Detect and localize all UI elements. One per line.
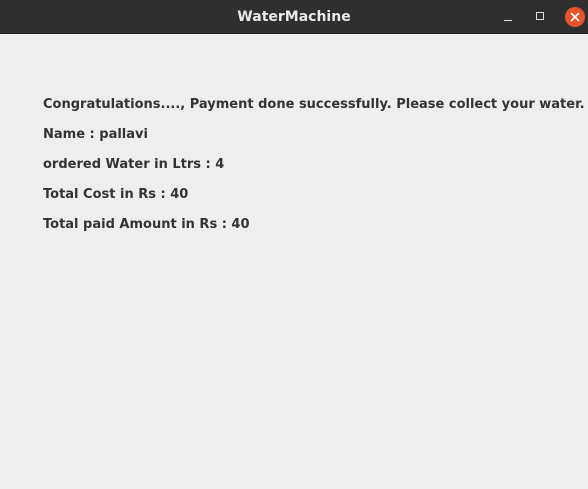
maximize-button[interactable]	[530, 6, 552, 28]
customer-name: Name : pallavi	[43, 127, 148, 142]
confirmation-message: Congratulations...., Payment done succes…	[43, 97, 585, 112]
maximize-icon	[536, 12, 544, 20]
minimize-icon	[504, 20, 512, 21]
total-paid-amount: Total paid Amount in Rs : 40	[43, 217, 250, 232]
close-icon	[570, 12, 580, 22]
close-button[interactable]	[564, 6, 586, 28]
window-titlebar[interactable]: WaterMachine	[0, 0, 588, 34]
ordered-water-amount: ordered Water in Ltrs : 4	[43, 157, 225, 172]
minimize-button[interactable]	[497, 6, 519, 28]
receipt-panel: Congratulations...., Payment done succes…	[43, 96, 585, 246]
total-cost: Total Cost in Rs : 40	[43, 187, 189, 202]
